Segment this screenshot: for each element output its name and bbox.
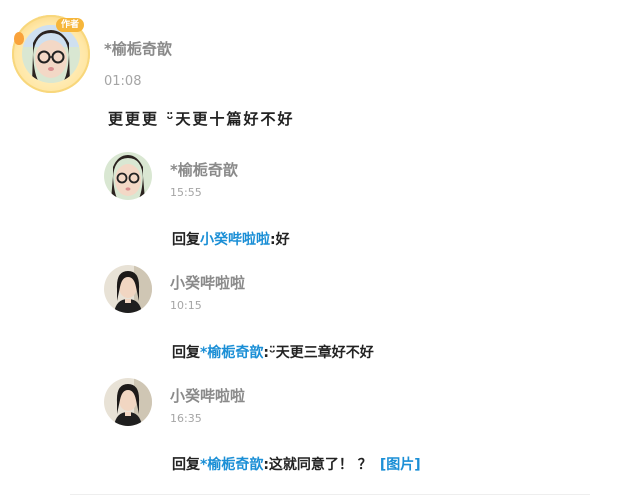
reply-time: 10:15 [170, 299, 202, 312]
reply-avatar[interactable] [104, 265, 152, 313]
reply-body: :ᵕ̈天更三章好不好 [263, 345, 374, 361]
main-comment-time: 01:08 [104, 74, 142, 89]
mention-link[interactable]: *榆栀奇歆 [200, 345, 263, 361]
reply-username[interactable]: 小癸哔啦啦 [170, 272, 245, 293]
reply-body: :好 [270, 232, 290, 248]
main-username[interactable]: *榆栀奇歆 [104, 38, 172, 59]
reply-prefix: 回复 [172, 457, 200, 473]
reply-username[interactable]: *榆栀奇歆 [170, 159, 238, 180]
reply-prefix: 回复 [172, 232, 200, 248]
reply-text: 回复*榆栀奇歆:这就同意了！ ？ [图片] [172, 454, 421, 474]
balloon-icon [14, 32, 24, 45]
reply-body: :这就同意了！ ？ [263, 457, 372, 473]
reply-text: 回复小癸哔啦啦:好 [172, 229, 290, 249]
divider [70, 494, 590, 495]
reply-avatar[interactable] [104, 378, 152, 426]
comment-thread: 作者 *榆栀奇歆 01:08 更更更 ᵕ̈天更十篇好不好 *榆栀奇歆 15:55… [0, 0, 640, 498]
reply-time: 15:55 [170, 186, 202, 199]
main-comment-text: 更更更 ᵕ̈天更十篇好不好 [108, 110, 295, 128]
reply-avatar[interactable] [104, 152, 152, 200]
reply-username[interactable]: 小癸哔啦啦 [170, 385, 245, 406]
image-link[interactable]: [图片] [380, 457, 421, 473]
reply-time: 16:35 [170, 412, 202, 425]
author-badge: 作者 [56, 18, 84, 32]
main-commenter-avatar[interactable] [22, 25, 80, 83]
reply-prefix: 回复 [172, 345, 200, 361]
mention-link[interactable]: 小癸哔啦啦 [200, 232, 270, 248]
mention-link[interactable]: *榆栀奇歆 [200, 457, 263, 473]
reply-text: 回复*榆栀奇歆:ᵕ̈天更三章好不好 [172, 342, 374, 362]
